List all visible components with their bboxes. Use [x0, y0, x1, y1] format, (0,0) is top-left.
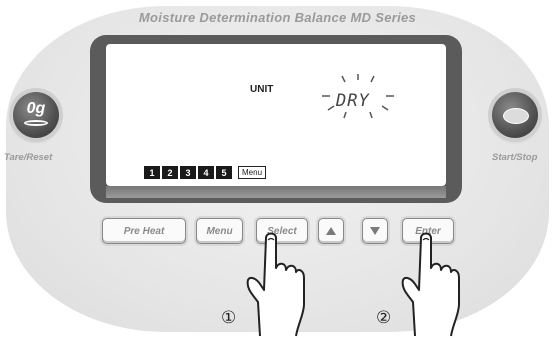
pointing-hand-icon — [401, 232, 460, 337]
tare-reset-button[interactable]: 0g — [13, 92, 59, 138]
lcd-lower-edge — [106, 186, 446, 198]
down-key[interactable] — [362, 218, 388, 244]
step-number-2: ② — [376, 308, 392, 327]
tare-reset-label: Tare/Reset — [4, 152, 53, 163]
sample-dish-icon — [503, 108, 529, 124]
up-arrow-icon — [326, 227, 336, 235]
down-arrow-icon — [370, 227, 380, 235]
preheat-key[interactable]: Pre Heat — [102, 218, 186, 244]
panel-title: Moisture Determination Balance MD Series — [138, 10, 417, 25]
menu-tag: Menu — [238, 166, 267, 179]
zero-gram-icon: 0g — [26, 100, 46, 117]
menu-number-1: 1 — [144, 166, 160, 179]
segment-readout: DRY — [336, 91, 370, 111]
menu-number-3: 3 — [180, 166, 196, 179]
unit-indicator: UNIT — [250, 84, 274, 95]
start-stop-button[interactable] — [492, 92, 538, 138]
menu-key[interactable]: Menu — [196, 218, 243, 244]
menu-number-2: 2 — [162, 166, 178, 179]
weighing-pan-icon — [24, 120, 48, 126]
pointing-hand-icon — [246, 232, 305, 337]
up-key[interactable] — [318, 218, 344, 244]
menu-indicator-row: 1 2 3 4 5 Menu — [144, 166, 267, 179]
menu-number-4: 4 — [198, 166, 214, 179]
step-number-1: ① — [221, 308, 237, 327]
menu-number-5: 5 — [216, 166, 232, 179]
start-stop-label: Start/Stop — [492, 152, 538, 163]
